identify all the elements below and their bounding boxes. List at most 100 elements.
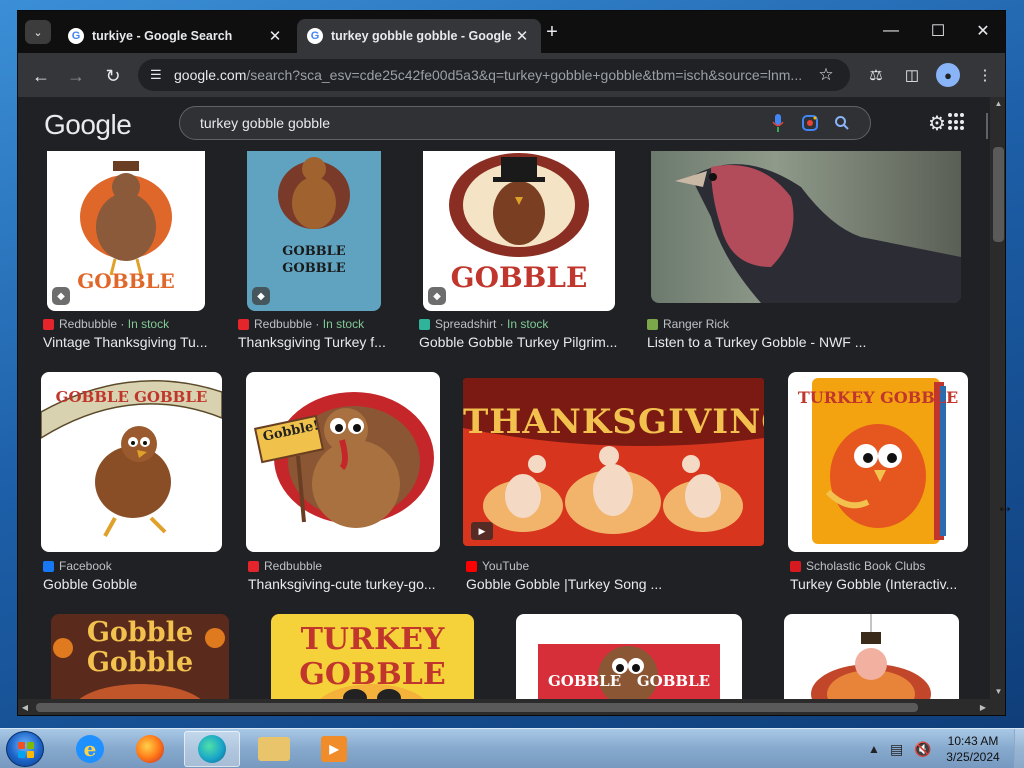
voice-search-icon[interactable]	[762, 111, 794, 135]
taskbar: e ▶ ▲ ▤ 🔇 10:43 AM 3/25/2024	[0, 728, 1024, 768]
tab-close-icon[interactable]: ✕	[513, 27, 531, 45]
tray-show-hidden-icon[interactable]: ▲	[868, 729, 880, 768]
new-tab-button[interactable]: +	[541, 21, 563, 43]
source-name: Scholastic Book Clubs	[806, 559, 926, 573]
tab-turkiye[interactable]: G turkiye - Google Search ✕	[58, 19, 294, 53]
thumbnail-text: TURKEY GOBBLE	[299, 622, 446, 692]
show-desktop-button[interactable]	[1014, 729, 1024, 768]
search-box[interactable]: turkey gobble gobble	[179, 106, 871, 140]
address-bar[interactable]: ☰ google.com/search?sca_esv=cde25c42fe00…	[138, 59, 850, 91]
separator: ·	[496, 317, 508, 331]
result-thumbnail[interactable]: Gobble Gobble	[51, 614, 229, 699]
taskbar-edge[interactable]	[184, 731, 240, 767]
tab-title: turkiye - Google Search	[92, 29, 233, 43]
result-thumbnail[interactable]	[784, 614, 959, 699]
tab-turkey-gobble[interactable]: G turkey gobble gobble - Google ✕	[297, 19, 541, 53]
scroll-up-arrow-icon[interactable]: ▲	[990, 97, 1005, 111]
profile-avatar-icon[interactable]: ●	[936, 63, 960, 87]
source-name: Spreadshirt	[435, 317, 497, 331]
spreadshirt-icon	[419, 318, 430, 330]
gear-icon[interactable]: ⚙	[928, 111, 946, 136]
result-thumbnail[interactable]: GOBBLE GOBBLE ◆	[247, 147, 381, 311]
scroll-right-arrow-icon[interactable]: ▶	[976, 699, 990, 715]
url-text[interactable]: google.com/search?sca_esv=cde25c42fe00d5…	[174, 67, 814, 83]
horizontal-scroll-thumb[interactable]	[36, 703, 918, 712]
google-apps-icon[interactable]	[948, 113, 966, 131]
scroll-left-arrow-icon[interactable]: ◀	[18, 699, 32, 715]
start-button[interactable]	[6, 731, 44, 767]
bookmark-star-icon[interactable]: ☆	[814, 65, 838, 85]
taskbar-internet-explorer[interactable]: e	[62, 731, 118, 767]
tab-search-button[interactable]: ⌄	[25, 20, 51, 44]
folder-icon	[258, 737, 290, 761]
result-source: Redbubble	[248, 559, 322, 573]
result-caption[interactable]: Vintage Thanksgiving Tu...	[43, 334, 213, 350]
result-caption[interactable]: Thanksgiving Turkey f...	[238, 334, 393, 350]
result-caption[interactable]: Thanksgiving-cute turkey-go...	[248, 576, 440, 592]
result-source: Redbubble · In stock	[43, 317, 169, 331]
network-icon[interactable]: ▤	[890, 729, 903, 768]
vertical-scroll-thumb[interactable]	[993, 147, 1004, 242]
forward-button[interactable]: →	[63, 63, 89, 89]
reload-button[interactable]: ↻	[100, 63, 126, 89]
menu-kebab-icon[interactable]: ⋮	[973, 63, 997, 87]
hanging-turkey-illustration	[811, 614, 931, 699]
vertical-scrollbar[interactable]: ▲ ▼	[990, 97, 1005, 699]
lens-camera-icon[interactable]	[794, 111, 826, 135]
result-thumbnail[interactable]: GOBBLE GOBBLE	[41, 372, 222, 552]
side-panel-icon[interactable]: ◫	[900, 63, 924, 87]
taskbar-firefox[interactable]	[122, 731, 178, 767]
result-source: Spreadshirt · In stock	[419, 317, 548, 331]
system-clock[interactable]: 10:43 AM 3/25/2024	[936, 733, 1010, 765]
google-header: Google turkey gobble gobble ⚙	[18, 97, 990, 151]
url-host: google.com	[174, 67, 247, 83]
result-thumbnail[interactable]: GOBBLE GOBBLE	[516, 614, 742, 699]
thumbnail-text: TURKEY GOBBLE	[797, 388, 959, 407]
search-icon[interactable]	[826, 111, 858, 135]
result-caption[interactable]: Turkey Gobble (Interactiv...	[790, 576, 970, 592]
source-name: YouTube	[482, 559, 530, 573]
facebook-icon	[43, 560, 54, 572]
ranger-rick-icon	[647, 318, 658, 330]
google-favicon-icon: G	[307, 28, 323, 44]
result-caption[interactable]: Listen to a Turkey Gobble - NWF ...	[647, 334, 877, 350]
result-caption[interactable]: Gobble Gobble |Turkey Song ...	[466, 576, 746, 592]
thumbnail-text: GOBBLE GOBBLE	[55, 388, 208, 406]
result-thumbnail[interactable]: Gobble!	[246, 372, 440, 552]
internet-explorer-icon: e	[76, 735, 104, 763]
redbubble-icon	[248, 560, 259, 572]
result-caption[interactable]: Gobble Gobble Turkey Pilgrim...	[419, 334, 619, 350]
source-name: Redbubble	[59, 317, 118, 331]
product-tag-icon: ◆	[52, 287, 70, 305]
source-name: Redbubble	[264, 559, 323, 573]
windows-logo-icon	[18, 742, 34, 758]
search-input[interactable]: turkey gobble gobble	[200, 115, 762, 131]
taskbar-file-explorer[interactable]	[246, 731, 302, 767]
volume-muted-icon[interactable]: 🔇	[914, 729, 931, 768]
result-caption[interactable]: Gobble Gobble	[43, 576, 223, 592]
result-thumbnail[interactable]: THANKSGIVING ▶	[463, 378, 764, 546]
separator: ·	[312, 317, 323, 331]
back-button[interactable]: ←	[28, 63, 54, 89]
labs-flask-icon[interactable]: ⚖	[864, 63, 888, 87]
thumbnail-text: GOBBLE GOBBLE	[282, 244, 346, 276]
site-info-icon[interactable]: ☰	[150, 67, 174, 83]
result-thumbnail[interactable]: GOBBLE ◆	[423, 147, 615, 311]
google-logo[interactable]: Google	[44, 109, 132, 141]
scroll-down-arrow-icon[interactable]: ▼	[990, 685, 1005, 699]
result-thumbnail[interactable]: TURKEY GOBBLE	[271, 614, 474, 699]
redbubble-icon	[238, 318, 249, 330]
tab-close-icon[interactable]: ✕	[266, 27, 284, 45]
source-name: Facebook	[59, 559, 112, 573]
google-images-page: Google turkey gobble gobble ⚙ GOBBLE ◆ R…	[18, 97, 990, 699]
taskbar-media-player[interactable]: ▶	[306, 731, 362, 767]
result-thumbnail[interactable]: TURKEY GOBBLE	[788, 372, 968, 552]
minimize-button[interactable]: —	[876, 19, 906, 43]
result-thumbnail[interactable]: GOBBLE ◆	[47, 147, 205, 311]
horizontal-scrollbar[interactable]: ◀ ▶	[18, 699, 1005, 715]
result-source: Facebook	[43, 559, 112, 573]
close-window-button[interactable]: ✕	[968, 19, 998, 43]
maximize-button[interactable]: ☐	[923, 19, 953, 43]
result-thumbnail[interactable]	[651, 147, 961, 303]
thumbnail-text: GOBBLE	[450, 261, 588, 294]
